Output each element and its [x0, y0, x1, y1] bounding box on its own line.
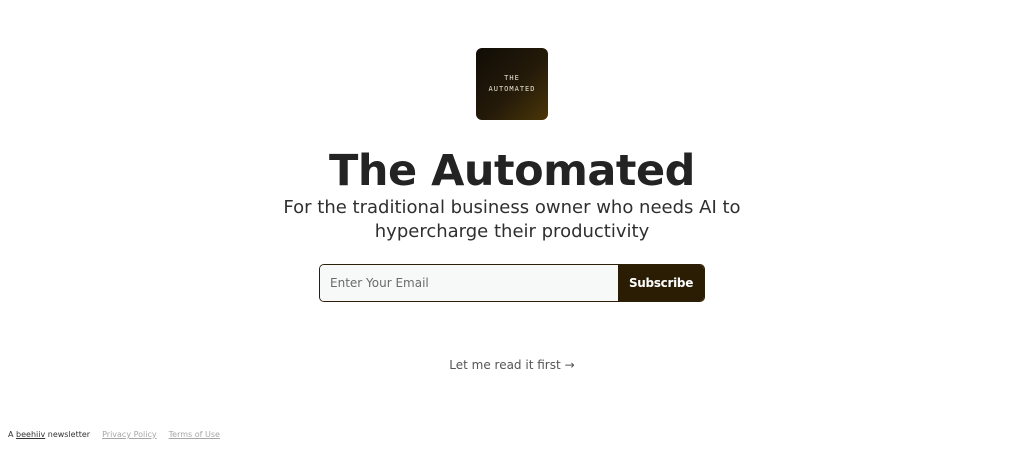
page: THE AUTOMATED The Automated For the trad…: [0, 0, 1024, 451]
logo-line-2: AUTOMATED: [488, 85, 536, 93]
read-first-link[interactable]: Let me read it first →: [449, 358, 574, 372]
footer: A beehiiv newsletter Privacy Policy Term…: [8, 430, 220, 439]
footer-credit: A beehiiv newsletter: [8, 430, 90, 439]
email-input[interactable]: [320, 265, 618, 301]
footer-prefix: A: [8, 430, 14, 439]
arrow-right-icon: →: [564, 358, 575, 372]
page-subtitle: For the traditional business owner who n…: [283, 197, 741, 242]
privacy-policy-link[interactable]: Privacy Policy: [102, 430, 157, 439]
subscribe-button[interactable]: Subscribe: [618, 265, 704, 301]
page-title: The Automated: [329, 146, 695, 196]
beehiiv-link[interactable]: beehiiv: [16, 430, 45, 439]
logo-line-1: THE: [504, 74, 520, 82]
read-first-label: Let me read it first: [449, 358, 561, 372]
subscribe-form: Subscribe: [319, 264, 705, 302]
terms-of-use-link[interactable]: Terms of Use: [169, 430, 220, 439]
hero-section: THE AUTOMATED The Automated For the trad…: [0, 0, 1024, 372]
publication-logo: THE AUTOMATED: [476, 48, 548, 120]
footer-suffix: newsletter: [47, 430, 91, 439]
